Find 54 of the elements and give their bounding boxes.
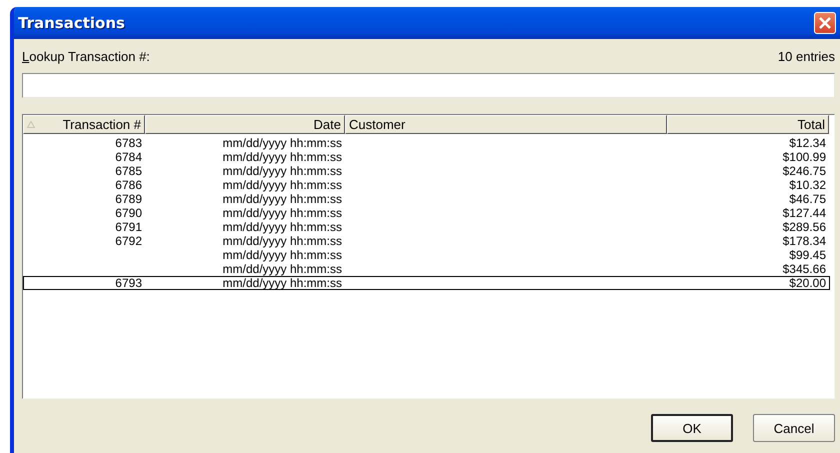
table-cell-text: 6789	[114, 193, 143, 205]
table-cell-text: $127.44	[782, 207, 827, 219]
table-row[interactable]: 6783 mm/dd/yyyy hh:mm:ss $12.34	[23, 136, 830, 150]
table-cell-text: 6783	[114, 137, 143, 149]
table-cell-text: mm/dd/yyyy hh:mm:ss	[222, 193, 343, 205]
table-row[interactable]: 6793 mm/dd/yyyy hh:mm:ss $20.00	[23, 276, 830, 290]
lookup-field[interactable]	[22, 73, 835, 98]
table-cell-text: $10.32	[788, 179, 827, 191]
table-cell-text: $20.00	[788, 277, 827, 289]
table-cell-text: mm/dd/yyyy hh:mm:ss	[222, 165, 343, 177]
table-row[interactable]: 6784 mm/dd/yyyy hh:mm:ss $100.99	[23, 150, 830, 164]
table-row[interactable]: 6790 mm/dd/yyyy hh:mm:ss $127.44	[23, 206, 830, 220]
table-row[interactable]: 6786 mm/dd/yyyy hh:mm:ss $10.32	[23, 178, 830, 192]
column-header[interactable]: Total	[667, 115, 829, 134]
table-cell-text: 6793	[114, 277, 143, 289]
table-cell-text: 6792	[114, 235, 143, 247]
lookup-label: Lookup Transaction #:	[22, 48, 150, 64]
table-cell-text: $100.99	[782, 151, 827, 163]
table-cell-text: $289.56	[782, 221, 827, 233]
table-cell-text: mm/dd/yyyy hh:mm:ss	[222, 235, 343, 247]
column-header[interactable]: Customer	[345, 115, 667, 134]
table-cell-text: mm/dd/yyyy hh:mm:ss	[222, 249, 343, 261]
table-cell-text: $99.45	[788, 249, 827, 261]
table-row[interactable]: mm/dd/yyyy hh:mm:ss $345.66	[23, 262, 830, 276]
table-cell-text: 6786	[114, 179, 143, 191]
close-button[interactable]	[814, 12, 836, 34]
table-cell-text: mm/dd/yyyy hh:mm:ss	[222, 263, 343, 275]
column-header[interactable]: Transaction #	[23, 115, 145, 134]
table-cell-text: $345.66	[782, 263, 827, 275]
table-cell-text: $246.75	[782, 165, 827, 177]
table-row[interactable]: 6792 mm/dd/yyyy hh:mm:ss $178.34	[23, 234, 830, 248]
table-row[interactable]: mm/dd/yyyy hh:mm:ss $99.45	[23, 248, 830, 262]
table-cell-text: 6790	[114, 207, 143, 219]
table-cell-text: $178.34	[782, 235, 827, 247]
close-icon	[818, 16, 832, 30]
dialog-button[interactable]: OK	[651, 414, 733, 442]
table-cell-text: mm/dd/yyyy hh:mm:ss	[222, 207, 343, 219]
table-row[interactable]: 6785 mm/dd/yyyy hh:mm:ss $246.75	[23, 164, 830, 178]
table-cell-text: mm/dd/yyyy hh:mm:ss	[222, 137, 343, 149]
table-cell-text: $12.34	[788, 137, 827, 149]
dialog-button[interactable]: Cancel	[753, 414, 835, 442]
entry-count: 10 entries	[778, 48, 835, 64]
table-row[interactable]: 6791 mm/dd/yyyy hh:mm:ss $289.56	[23, 220, 830, 234]
table-cell-text: 6791	[114, 221, 143, 233]
table-cell-text: 6784	[114, 151, 143, 163]
table-cell-text: $46.75	[788, 193, 827, 205]
table-cell-text: mm/dd/yyyy hh:mm:ss	[222, 277, 343, 289]
table-cell-text: mm/dd/yyyy hh:mm:ss	[222, 221, 343, 233]
table-row[interactable]: 6789 mm/dd/yyyy hh:mm:ss $46.75	[23, 192, 830, 206]
table-cell-text: 6785	[114, 165, 143, 177]
table-cell-text: mm/dd/yyyy hh:mm:ss	[222, 179, 343, 191]
window-title: Transactions	[18, 14, 126, 32]
column-header[interactable]: Date	[145, 115, 345, 134]
table-cell-text: mm/dd/yyyy hh:mm:ss	[222, 151, 343, 163]
